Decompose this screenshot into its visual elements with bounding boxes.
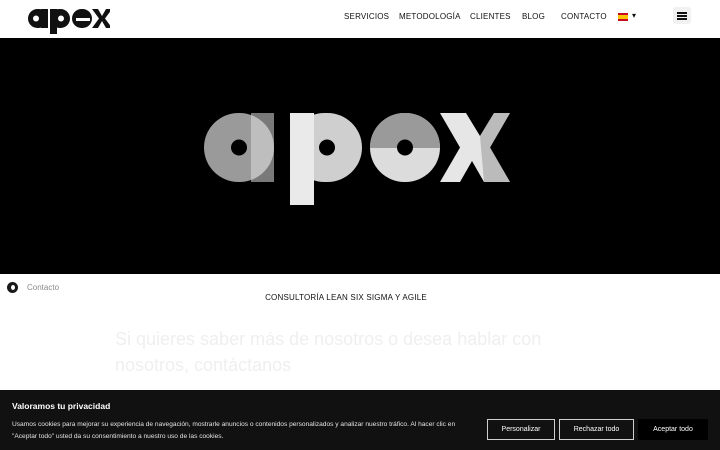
cookie-banner: Valoramos tu privacidad Usamos cookies p… [0,390,720,450]
customize-button[interactable]: Personalizar [487,419,555,440]
apex-mark-icon [7,282,18,293]
site-header: SERVICIOS METODOLOGÍA CLIENTES BLOG CONT… [0,0,720,38]
hamburger-icon [677,12,687,14]
page-subtitle: CONSULTORÍA LEAN SIX SIGMA Y AGILE [265,293,427,302]
language-selector[interactable]: ▾ [618,11,642,24]
nav-blog[interactable]: BLOG [522,12,545,21]
breadcrumb-current: Contacto [27,283,60,292]
es-flag-icon [618,13,628,21]
nav-clientes[interactable]: CLIENTES [470,12,511,21]
page-heading: Si quieres saber más de nosotros o desea… [115,329,542,375]
chevron-down-icon: ▾ [632,11,637,20]
cookie-title: Valoramos tu privacidad [12,401,111,411]
cookie-text: Usamos cookies para mejorar su experienc… [12,421,456,440]
nav-contacto[interactable]: CONTACTO [561,12,607,21]
hamburger-menu-button[interactable] [673,7,691,24]
accept-all-button[interactable]: Aceptar todo [638,419,708,440]
hero-banner [0,38,720,274]
nav-servicios[interactable]: SERVICIOS [344,12,389,21]
hero-apex-logo [204,113,510,205]
nav-metodologia[interactable]: METODOLOGÍA [399,12,461,21]
reject-all-button[interactable]: Rechazar todo [559,419,634,440]
apex-logo[interactable] [26,4,110,34]
